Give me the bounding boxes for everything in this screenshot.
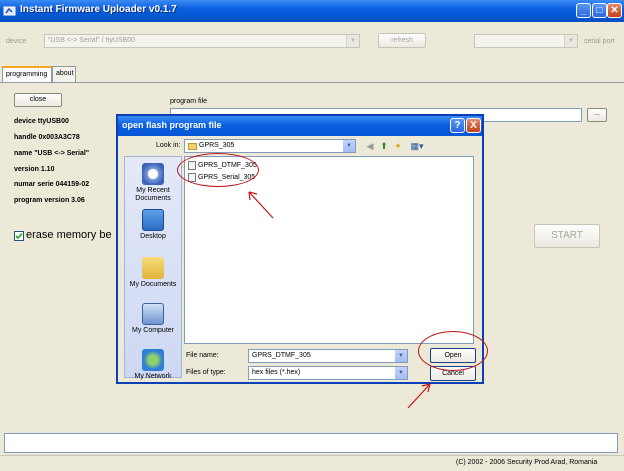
place-label: Desktop [140, 233, 166, 240]
place-my-computer[interactable]: My Computer [125, 303, 181, 335]
close-button[interactable]: close [14, 93, 62, 107]
close-window-button[interactable]: ✕ [607, 3, 622, 18]
my-network-icon [142, 349, 164, 371]
look-in-value: GPRS_305 [199, 142, 235, 149]
my-computer-icon [142, 303, 164, 325]
info-serial-number: numar serie 044159-02 [14, 181, 90, 188]
my-documents-icon [142, 257, 164, 279]
log-output-field [4, 433, 618, 453]
tab-about-label: about [56, 70, 74, 77]
views-menu-icon[interactable]: ▦▾ [408, 140, 426, 152]
chevron-down-icon: ▼ [564, 35, 577, 47]
erase-memory-checkbox[interactable] [14, 231, 24, 241]
maximize-icon: □ [596, 5, 603, 16]
help-button[interactable]: ? [450, 118, 465, 133]
new-folder-icon[interactable]: ✦ [392, 140, 404, 152]
up-folder-icon[interactable]: ⬆ [378, 140, 390, 152]
annotation-arrow-open [407, 383, 431, 409]
status-bar: (C) 2002 - 2006 Security Prod Arad, Roma… [0, 455, 624, 471]
device-select[interactable]: "USB <-> Serial" / ttyUSB00 ▼ [44, 34, 360, 48]
files-of-type-value: hex files (*.hex) [252, 369, 301, 376]
place-desktop[interactable]: Desktop [125, 209, 181, 241]
chevron-down-icon: ▼ [346, 35, 359, 47]
checkmark-icon [15, 232, 23, 240]
tab-strip: programming about [2, 66, 122, 83]
help-icon: ? [454, 120, 461, 131]
browse-button[interactable]: ... [587, 108, 607, 122]
info-version: version 1.10 [14, 166, 55, 173]
recent-documents-icon [142, 163, 164, 185]
info-program-version: program version 3.06 [14, 197, 85, 204]
files-of-type-label: Files of type: [186, 369, 226, 376]
device-select-value: "USB <-> Serial" / ttyUSB00 [48, 37, 136, 44]
info-handle: handle 0x003A3C78 [14, 134, 80, 141]
copyright-text: (C) 2002 - 2006 Security Prod Arad, Roma… [456, 459, 598, 466]
file-name-input[interactable]: GPRS_DTMF_305 ▼ [248, 349, 408, 363]
serial-port-label: serial port [584, 38, 615, 45]
refresh-button[interactable]: refresh [378, 33, 426, 48]
tab-programming[interactable]: programming [2, 66, 52, 83]
annotation-arrow-files [248, 191, 274, 219]
tab-programming-label: programming [6, 71, 48, 78]
info-name: name "USB <-> Serial" [14, 150, 90, 157]
places-bar: My Recent Documents Desktop My Documents… [124, 156, 182, 381]
dialog-titlebar: open flash program file ? X [118, 116, 482, 136]
serial-port-select[interactable]: ▼ [474, 34, 578, 48]
start-button[interactable]: START [534, 224, 600, 248]
place-recent-documents[interactable]: My Recent Documents [125, 163, 181, 203]
tab-about[interactable]: about [52, 66, 76, 82]
minimize-icon: _ [580, 5, 587, 16]
device-label: device [6, 38, 27, 45]
minimize-button[interactable]: _ [576, 3, 591, 18]
annotation-ellipse-open [418, 331, 488, 371]
chevron-down-icon: ▼ [343, 140, 355, 152]
info-device: device ttyUSB00 [14, 118, 69, 125]
dialog-title: open flash program file [122, 120, 222, 130]
place-label: My Network [134, 373, 172, 380]
place-my-network[interactable]: My Network [125, 349, 181, 381]
place-label: My Computer [131, 327, 174, 334]
look-in-label: Look in: [156, 142, 181, 149]
place-my-documents[interactable]: My Documents [125, 257, 181, 289]
maximize-button[interactable]: □ [592, 3, 607, 18]
close-icon: ✕ [610, 5, 619, 16]
place-label: My Documents [129, 281, 177, 288]
desktop-icon [142, 209, 164, 231]
file-name-label: File name: [186, 352, 219, 359]
close-icon: X [470, 120, 477, 131]
dialog-close-button[interactable]: X [466, 118, 481, 133]
place-label: My Recent Documents [135, 187, 171, 202]
erase-memory-label: erase memory be [26, 229, 112, 241]
folder-icon [188, 143, 197, 150]
window-titlebar: Instant Firmware Uploader v0.1.7 _ □ ✕ [0, 0, 624, 22]
look-in-select[interactable]: GPRS_305 ▼ [184, 139, 356, 153]
back-icon[interactable]: ◀ [364, 140, 376, 152]
program-file-label: program file [170, 98, 207, 105]
app-icon [3, 6, 16, 16]
window-title: Instant Firmware Uploader v0.1.7 [20, 4, 177, 15]
file-name-value: GPRS_DTMF_305 [252, 352, 311, 359]
chevron-down-icon: ▼ [395, 350, 407, 362]
files-of-type-select[interactable]: hex files (*.hex) ▼ [248, 366, 408, 380]
